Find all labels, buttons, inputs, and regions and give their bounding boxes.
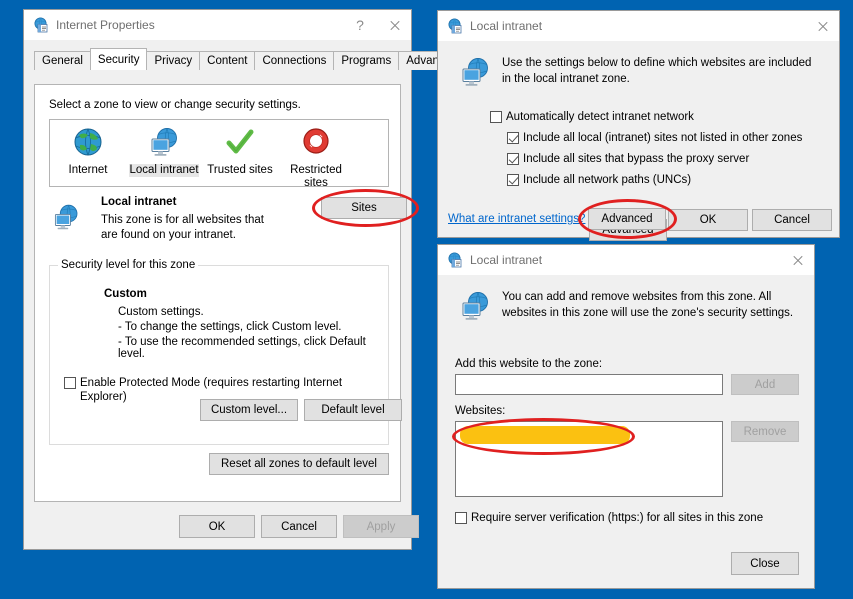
close-icon[interactable] — [780, 245, 814, 275]
include-local-sites-row[interactable]: Include all local (intranet) sites not l… — [507, 131, 802, 145]
no-entry-icon — [299, 126, 333, 160]
banner-intranet-icon — [458, 290, 492, 324]
internet-properties-window: Internet Properties ? General Security P… — [23, 9, 412, 550]
security-level-group: Security level for this zone Custom Cust… — [49, 265, 389, 445]
local-intranet-settings-cancel-button[interactable]: Cancel — [752, 209, 832, 231]
local-intranet-sites-title: Local intranet — [470, 253, 542, 267]
internet-properties-titlebar-buttons: ? — [343, 10, 411, 40]
tab-programs[interactable]: Programs — [333, 51, 399, 70]
zone-tile-trusted-sites[interactable]: Trusted sites — [202, 120, 278, 186]
include-unc-paths-row[interactable]: Include all network paths (UNCs) — [507, 173, 691, 187]
banner-intranet-icon — [458, 56, 492, 90]
zone-label-restricted-sites: Restricted sites — [278, 164, 354, 190]
local-intranet-settings-ok-button[interactable]: OK — [668, 209, 748, 231]
tab-content[interactable]: Content — [199, 51, 255, 70]
add-website-input[interactable] — [455, 374, 723, 395]
tab-connections[interactable]: Connections — [254, 51, 334, 70]
custom-level-button[interactable]: Custom level... — [200, 399, 298, 421]
security-tab-page: Select a zone to view or change security… — [34, 84, 401, 502]
close-icon[interactable] — [805, 11, 839, 41]
security-level-line-3: - To use the recommended settings, click… — [118, 336, 388, 360]
add-website-button: Add — [731, 374, 799, 395]
globe-icon — [71, 126, 105, 160]
local-intranet-sites-banner-text: You can add and remove websites from thi… — [502, 289, 802, 321]
local-intranet-settings-titlebar: Local intranet — [438, 11, 839, 41]
desktop-background: Internet Properties ? General Security P… — [0, 0, 853, 599]
internet-properties-icon — [33, 17, 49, 33]
zone-prompt: Select a zone to view or change security… — [49, 99, 301, 111]
websites-listbox[interactable] — [455, 421, 723, 497]
sites-button[interactable]: Sites — [321, 197, 407, 219]
checkmark-icon — [223, 126, 257, 160]
include-proxy-bypass-row[interactable]: Include all sites that bypass the proxy … — [507, 152, 749, 166]
zone-label-local-intranet: Local intranet — [129, 164, 198, 177]
local-intranet-settings-banner-text: Use the settings below to define which w… — [502, 55, 812, 87]
include-proxy-bypass-label: Include all sites that bypass the proxy … — [523, 152, 749, 166]
selected-zone-name: Local intranet — [101, 196, 176, 208]
close-button[interactable]: Close — [731, 552, 799, 575]
zone-tile-restricted-sites[interactable]: Restricted sites — [278, 120, 354, 186]
selected-zone-icon — [51, 203, 81, 233]
internet-properties-icon — [447, 18, 463, 34]
zone-label-trusted-sites: Trusted sites — [207, 164, 272, 177]
require-server-verification-label: Require server verification (https:) for… — [471, 511, 763, 525]
security-level-line-2: - To change the settings, click Custom l… — [118, 321, 342, 333]
local-intranet-settings-window: Local intranet Use the settings below to… — [437, 10, 840, 238]
zone-selector: Internet Local intranet — [49, 119, 389, 187]
internet-properties-title: Internet Properties — [56, 18, 155, 32]
selected-zone-description: This zone is for all websites that are f… — [101, 213, 281, 243]
tab-privacy[interactable]: Privacy — [146, 51, 200, 70]
include-unc-paths-checkbox[interactable] — [507, 174, 519, 186]
advanced-button[interactable]: Advanced — [588, 208, 666, 230]
include-local-sites-label: Include all local (intranet) sites not l… — [523, 131, 802, 145]
website-list-item-redacted[interactable] — [460, 426, 630, 444]
remove-website-button: Remove — [731, 421, 799, 442]
include-local-sites-checkbox[interactable] — [507, 132, 519, 144]
local-intranet-settings-title: Local intranet — [470, 19, 542, 33]
include-proxy-bypass-checkbox[interactable] — [507, 153, 519, 165]
local-intranet-sites-titlebar: Local intranet — [438, 245, 814, 275]
tab-security[interactable]: Security — [90, 48, 148, 70]
auto-detect-intranet-row[interactable]: Automatically detect intranet network — [490, 110, 694, 124]
websites-label: Websites: — [455, 405, 505, 417]
local-intranet-sites-window: Local intranet You can add and remove we… — [437, 244, 815, 589]
require-server-verification-checkbox[interactable] — [455, 512, 467, 524]
protected-mode-checkbox[interactable] — [64, 377, 76, 389]
security-level-group-title: Security level for this zone — [58, 259, 198, 271]
local-intranet-settings-titlebar-buttons — [805, 11, 839, 41]
zone-tile-internet[interactable]: Internet — [50, 120, 126, 186]
help-button[interactable]: ? — [343, 10, 377, 40]
reset-all-zones-button[interactable]: Reset all zones to default level — [209, 453, 389, 475]
default-level-button[interactable]: Default level — [304, 399, 402, 421]
auto-detect-intranet-checkbox[interactable] — [490, 111, 502, 123]
intranet-settings-help-link[interactable]: What are intranet settings? — [448, 213, 585, 225]
zone-tile-local-intranet[interactable]: Local intranet — [126, 120, 202, 186]
internet-properties-icon — [447, 252, 463, 268]
internet-properties-tabs: General Security Privacy Content Connect… — [34, 48, 411, 70]
add-website-label: Add this website to the zone: — [455, 358, 602, 370]
security-level-name: Custom — [104, 288, 147, 300]
include-unc-paths-label: Include all network paths (UNCs) — [523, 173, 691, 187]
internet-properties-apply-button: Apply — [343, 515, 419, 538]
internet-properties-ok-button[interactable]: OK — [179, 515, 255, 538]
auto-detect-intranet-label: Automatically detect intranet network — [506, 110, 694, 124]
close-icon[interactable] — [377, 10, 411, 40]
intranet-icon — [147, 126, 181, 160]
internet-properties-titlebar: Internet Properties ? — [24, 10, 411, 40]
internet-properties-cancel-button[interactable]: Cancel — [261, 515, 337, 538]
require-server-verification-row[interactable]: Require server verification (https:) for… — [455, 511, 763, 525]
local-intranet-sites-titlebar-buttons — [780, 245, 814, 275]
security-level-line-1: Custom settings. — [118, 306, 204, 318]
tab-general[interactable]: General — [34, 51, 91, 70]
zone-label-internet: Internet — [69, 164, 108, 177]
